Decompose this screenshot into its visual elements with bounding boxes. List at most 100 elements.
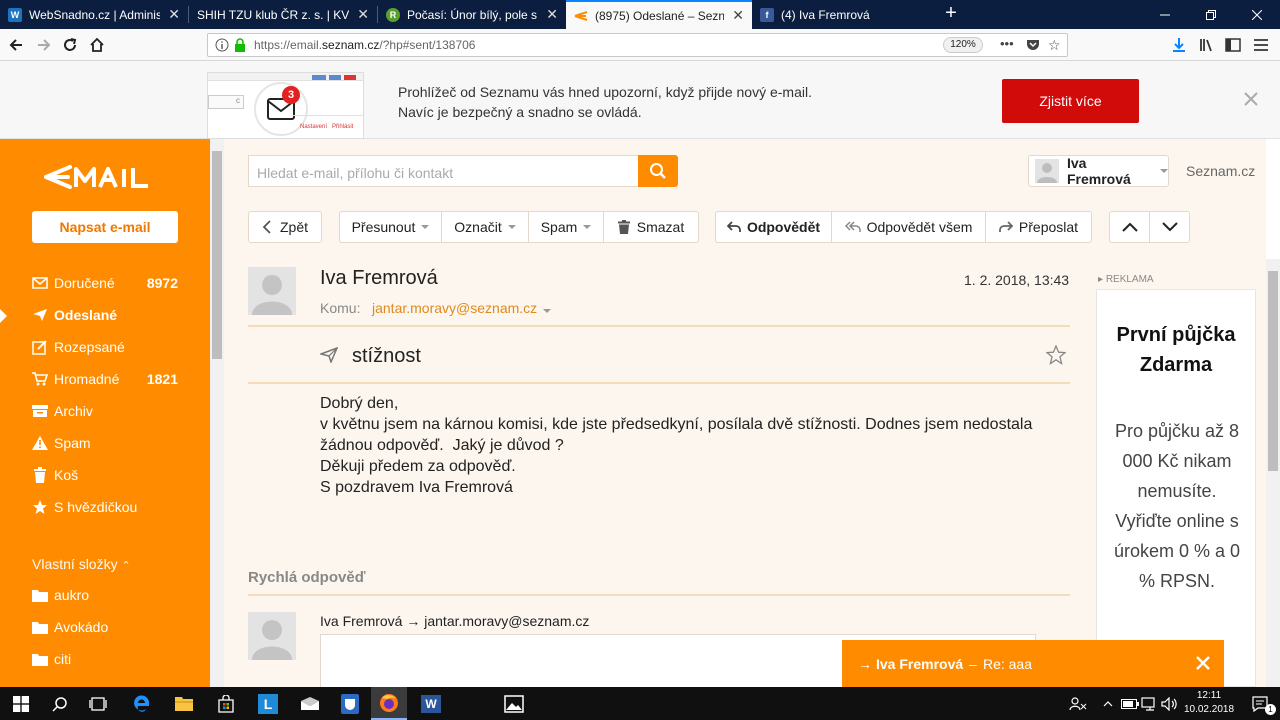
task-view-icon[interactable] <box>80 687 116 720</box>
windows-start-icon[interactable] <box>2 687 40 720</box>
close-icon[interactable]: ✕ <box>357 6 369 23</box>
spam-button[interactable]: Spam <box>528 211 604 243</box>
promo-line: Navíc je bezpečný a snadno se ovládá. <box>398 104 642 120</box>
custom-folders-header[interactable]: Vlastní složky ⌃ <box>32 556 131 572</box>
l-app-icon[interactable]: L <box>250 687 286 720</box>
reload-icon[interactable] <box>59 34 81 56</box>
folder-icon <box>32 621 48 634</box>
chevron-up-icon[interactable] <box>1096 687 1120 720</box>
pocket-icon[interactable] <box>1026 38 1040 55</box>
sender-name[interactable]: Iva Fremrová <box>320 267 438 290</box>
sidebar-item-starred[interactable]: S hvězdičkou <box>0 495 210 519</box>
tab-facebook[interactable]: f (4) Iva Fremrová <box>752 0 938 29</box>
tab-shih-tzu[interactable]: SHIH TZU klub ČR z. s. | KV 03/2017 ✕ <box>189 0 377 29</box>
new-mail-toast[interactable]: → Iva Fremrová – Re: aaa <box>842 640 1224 687</box>
library-icon[interactable] <box>1196 34 1218 56</box>
sidebar-item-custom-folder[interactable]: aukro <box>0 583 210 607</box>
chevron-down-icon <box>583 225 592 229</box>
back-button[interactable]: Zpět <box>248 211 322 243</box>
delete-button[interactable]: Smazat <box>603 211 699 243</box>
message-subject: stížnost <box>352 345 421 367</box>
url-bar[interactable]: https://email.seznam.cz/?hp#sent/138706 … <box>207 33 1068 57</box>
sidebar-item-sent[interactable]: Odeslané <box>0 303 210 327</box>
word-icon[interactable]: W <box>413 687 449 720</box>
mail-app-icon[interactable] <box>292 687 328 720</box>
reply-all-label: Odpovědět všem <box>866 219 973 235</box>
bookmark-star-icon[interactable]: ☆ <box>1048 37 1061 54</box>
minimize-button[interactable] <box>1142 0 1188 29</box>
seznam-link[interactable]: Seznam.cz <box>1186 163 1255 179</box>
back-arrow-icon[interactable] <box>5 34 27 56</box>
menu-icon[interactable] <box>1250 34 1272 56</box>
store-icon[interactable] <box>208 687 244 720</box>
action-center-icon[interactable]: 1 <box>1240 687 1280 720</box>
email-logo[interactable] <box>44 163 160 191</box>
close-icon[interactable]: ✕ <box>546 6 558 23</box>
edit-icon <box>32 339 48 355</box>
page-scrollbar[interactable] <box>1266 259 1280 687</box>
browser-promo-banner: c 3 Nastavení Přihlásit Prohlížeč od Sez… <box>0 61 1280 139</box>
sidebar-item-inbox[interactable]: Doručené 8972 <box>0 271 210 295</box>
search-icon[interactable] <box>42 687 78 720</box>
restore-button[interactable] <box>1188 0 1234 29</box>
close-icon[interactable] <box>1243 87 1259 113</box>
sidebar-item-bulk[interactable]: Hromadné 1821 <box>0 367 210 391</box>
recipient-address[interactable]: jantar.moravy@seznam.cz <box>372 300 552 316</box>
tab-pocasi[interactable]: R Počasí: Únor bílý, pole sílí, puk ✕ <box>378 0 566 29</box>
next-message-button[interactable] <box>1149 211 1190 243</box>
sidebar-item-label: aukro <box>54 587 90 603</box>
security-app-icon[interactable] <box>332 687 368 720</box>
close-icon[interactable]: ✕ <box>168 6 180 23</box>
sidebar-item-custom-folder[interactable]: citi <box>0 647 210 671</box>
tab-websnadno[interactable]: W WebSnadno.cz | Administrace ✕ <box>0 0 188 29</box>
mark-button[interactable]: Označit <box>441 211 529 243</box>
zoom-indicator[interactable]: 120% <box>943 37 983 53</box>
tab-seznam-email[interactable]: (8975) Odeslané – Seznam Em ✕ <box>566 0 752 29</box>
learn-more-button[interactable]: Zjistit více <box>1002 79 1139 123</box>
sidebar-item-archive[interactable]: Archiv <box>0 399 210 423</box>
close-icon[interactable] <box>1196 656 1210 673</box>
sidebar-item-spam[interactable]: Spam <box>0 431 210 455</box>
downloads-icon[interactable] <box>1168 34 1190 56</box>
reply-button[interactable]: Odpovědět <box>715 211 832 243</box>
volume-icon[interactable] <box>1158 687 1182 720</box>
page-actions-icon[interactable]: ••• <box>1000 36 1014 51</box>
info-icon[interactable] <box>215 38 229 55</box>
sidebar-item-custom-folder[interactable]: Avokádo <box>0 615 210 639</box>
file-explorer-icon[interactable] <box>166 687 202 720</box>
sidebar-item-label: Hromadné <box>54 371 120 387</box>
chevron-left-icon <box>262 220 271 234</box>
search-input[interactable]: Hledat e-mail, přílohu či kontakt <box>248 155 639 187</box>
system-clock[interactable]: 12:11 10.02.2018 <box>1180 689 1238 717</box>
firefox-icon[interactable] <box>371 687 407 720</box>
sidebar-item-label: Doručené <box>54 275 115 291</box>
forward-button[interactable]: Přeposlat <box>985 211 1092 243</box>
move-button[interactable]: Přesunout <box>339 211 442 243</box>
home-icon[interactable] <box>86 34 108 56</box>
reply-all-button[interactable]: Odpovědět všem <box>831 211 986 243</box>
envelope-icon <box>32 277 48 289</box>
sidebar-item-trash[interactable]: Koš <box>0 463 210 487</box>
star-icon[interactable] <box>1045 344 1067 368</box>
sidebar-scrollbar[interactable] <box>210 139 224 687</box>
search-button[interactable] <box>638 155 678 187</box>
forward-arrow-icon[interactable] <box>33 34 55 56</box>
sidebar-toggle-icon[interactable] <box>1222 34 1244 56</box>
people-icon[interactable] <box>1064 687 1092 720</box>
divider <box>248 594 1070 596</box>
window-close-button[interactable] <box>1234 0 1280 29</box>
ad-title-line: Zdarma <box>1139 354 1213 376</box>
photos-icon[interactable] <box>496 687 532 720</box>
sidebar-item-drafts[interactable]: Rozepsané <box>0 335 210 359</box>
spam-label: Spam <box>540 219 578 235</box>
new-tab-button[interactable]: + <box>940 0 962 29</box>
sidebar-item-label: S hvězdičkou <box>54 499 138 515</box>
user-menu[interactable]: Iva Fremrová <box>1028 155 1169 187</box>
edge-browser-icon[interactable] <box>124 687 160 720</box>
previous-message-button[interactable] <box>1109 211 1150 243</box>
close-icon[interactable]: ✕ <box>732 7 744 24</box>
ad-banner[interactable]: První půjčka Zdarma Pro půjčku až 8 000 … <box>1096 289 1256 687</box>
scrollbar-thumb[interactable] <box>1268 271 1278 471</box>
compose-button[interactable]: Napsat e-mail <box>32 211 178 243</box>
scrollbar-thumb[interactable] <box>212 151 222 359</box>
